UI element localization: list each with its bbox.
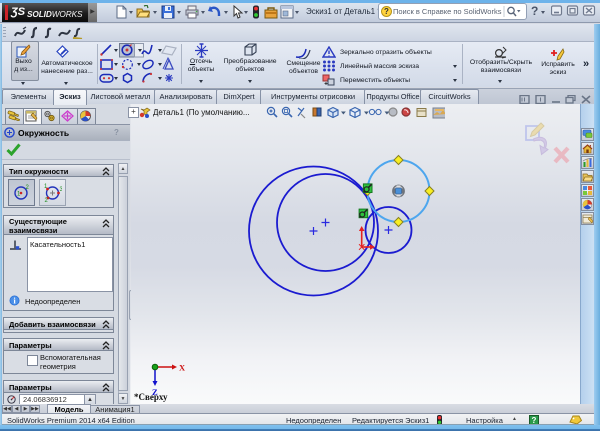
svg-text:*Сверху: *Сверху [134, 392, 168, 402]
svg-text:X: X [179, 363, 186, 373]
svg-text:?: ? [384, 7, 389, 16]
